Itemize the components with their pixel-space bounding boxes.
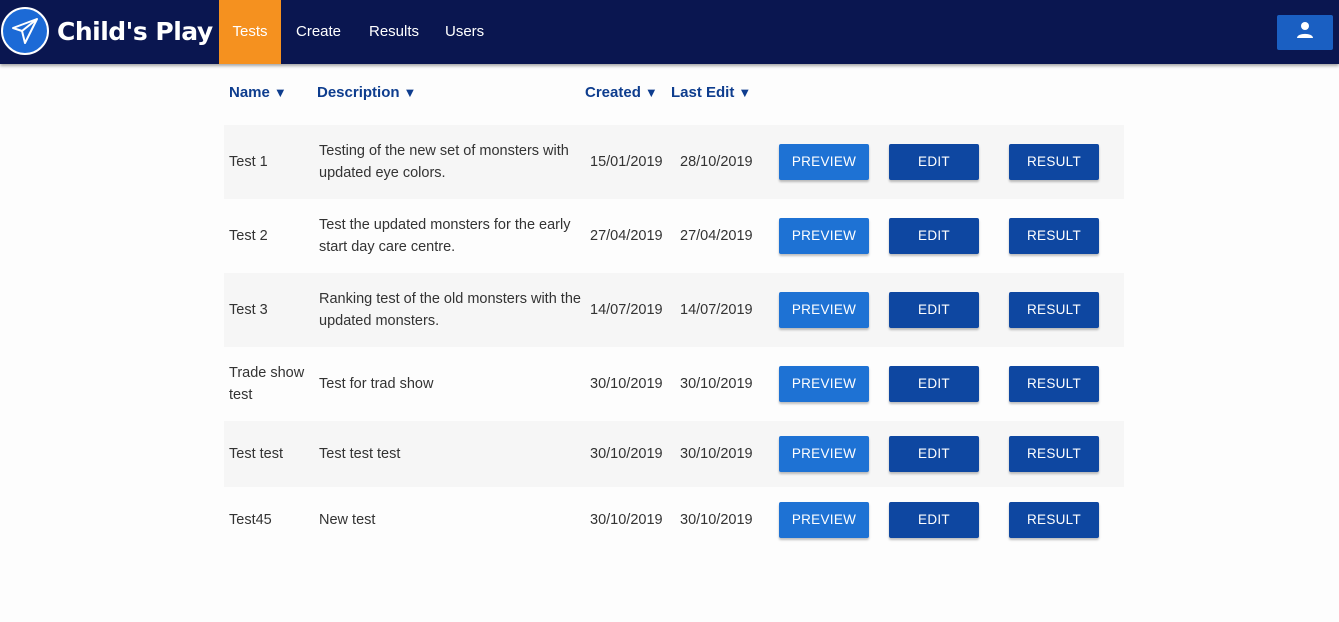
header-label: Name [229, 84, 270, 101]
nav-tab-create[interactable]: Create [296, 0, 341, 64]
nav-tab-users[interactable]: Users [445, 0, 484, 64]
cell-description: Ranking test of the old monsters with th… [319, 291, 581, 329]
nav-tab-results[interactable]: Results [369, 0, 419, 64]
table-row: Test test Test test test 30/10/2019 30/1… [224, 421, 1124, 487]
table-row: Test 3 Ranking test of the old monsters … [224, 273, 1124, 347]
preview-button[interactable]: PREVIEW [779, 366, 869, 402]
edit-button[interactable]: EDIT [889, 502, 979, 538]
result-button[interactable]: RESULT [1009, 144, 1099, 180]
cell-created: 27/04/2019 [590, 228, 663, 244]
preview-button[interactable]: PREVIEW [779, 292, 869, 328]
cell-description: Test the updated monsters for the early … [319, 217, 571, 255]
cell-name: Trade show test [229, 365, 305, 403]
sort-header-last-edit[interactable]: Last Edit ▼ [671, 82, 751, 104]
cell-name: Test 2 [229, 228, 268, 244]
cell-description: Testing of the new set of monsters with … [319, 143, 569, 181]
cell-name: Test45 [229, 512, 272, 528]
cell-last-edit: 27/04/2019 [680, 228, 753, 244]
nav-tab-tests[interactable]: Tests [219, 0, 281, 64]
cell-created: 30/10/2019 [590, 446, 663, 462]
header-label: Last Edit [671, 84, 735, 101]
sort-arrow-icon: ▼ [644, 85, 658, 100]
result-button[interactable]: RESULT [1009, 218, 1099, 254]
table-row: Test45 New test 30/10/2019 30/10/2019 PR… [224, 487, 1124, 553]
preview-button[interactable]: PREVIEW [779, 144, 869, 180]
cell-created: 30/10/2019 [590, 512, 663, 528]
user-icon [1296, 21, 1314, 44]
top-navbar: Child's Play Tests Create Results Users [0, 0, 1339, 64]
preview-button[interactable]: PREVIEW [779, 218, 869, 254]
result-button[interactable]: RESULT [1009, 502, 1099, 538]
cell-created: 30/10/2019 [590, 376, 663, 392]
result-button[interactable]: RESULT [1009, 292, 1099, 328]
cell-name: Test 3 [229, 302, 268, 318]
sort-header-name[interactable]: Name ▼ [229, 82, 287, 104]
brand[interactable]: Child's Play [0, 6, 213, 56]
cell-name: Test test [229, 446, 283, 462]
cell-last-edit: 28/10/2019 [680, 154, 753, 170]
cell-last-edit: 30/10/2019 [680, 446, 753, 462]
sort-header-description[interactable]: Description ▼ [317, 82, 416, 104]
cell-name: Test 1 [229, 154, 268, 170]
cell-last-edit: 30/10/2019 [680, 376, 753, 392]
cell-description: Test for trad show [319, 376, 434, 392]
result-button[interactable]: RESULT [1009, 366, 1099, 402]
preview-button[interactable]: PREVIEW [779, 502, 869, 538]
sort-arrow-icon: ▼ [738, 85, 752, 100]
edit-button[interactable]: EDIT [889, 292, 979, 328]
edit-button[interactable]: EDIT [889, 218, 979, 254]
table-row: Trade show test Test for trad show 30/10… [224, 347, 1124, 421]
cell-created: 15/01/2019 [590, 154, 663, 170]
preview-button[interactable]: PREVIEW [779, 436, 869, 472]
cell-description: New test [319, 512, 376, 528]
sort-arrow-icon: ▼ [403, 85, 417, 100]
cell-last-edit: 30/10/2019 [680, 512, 753, 528]
table-row: Test 1 Testing of the new set of monster… [224, 125, 1124, 199]
sort-header-created[interactable]: Created ▼ [585, 82, 658, 104]
table-row: Test 2 Test the updated monsters for the… [224, 199, 1124, 273]
edit-button[interactable]: EDIT [889, 436, 979, 472]
paper-plane-icon [1, 7, 49, 55]
header-label: Created [585, 84, 641, 101]
header-label: Description [317, 84, 400, 101]
edit-button[interactable]: EDIT [889, 366, 979, 402]
cell-description: Test test test [319, 446, 401, 462]
edit-button[interactable]: EDIT [889, 144, 979, 180]
result-button[interactable]: RESULT [1009, 436, 1099, 472]
tests-table: Test 1 Testing of the new set of monster… [224, 125, 1124, 553]
cell-last-edit: 14/07/2019 [680, 302, 753, 318]
user-account-button[interactable] [1277, 15, 1333, 50]
sort-arrow-icon: ▼ [273, 85, 287, 100]
brand-name: Child's Play [57, 16, 213, 46]
cell-created: 14/07/2019 [590, 302, 663, 318]
